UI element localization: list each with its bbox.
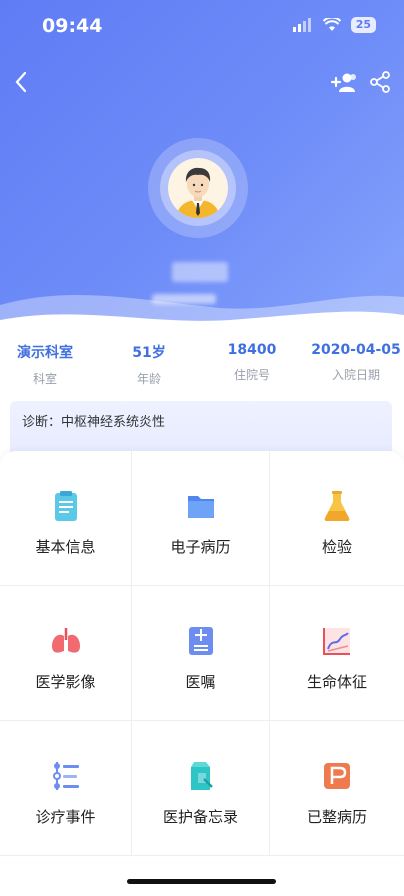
avatar[interactable] xyxy=(168,158,228,218)
archived-record-icon xyxy=(324,763,350,789)
menu-treatment-events[interactable]: 诊疗事件 xyxy=(0,721,132,856)
folder-icon xyxy=(187,496,214,518)
profile-header: 09:44 25 xyxy=(0,0,404,345)
stat-department: 演示科室 科室 xyxy=(17,345,73,386)
memo-icon xyxy=(190,762,213,790)
timeline-icon xyxy=(52,762,79,790)
menu-vital-signs[interactable]: 生命体征 xyxy=(270,586,404,721)
stat-admission-number: 18400 住院号 xyxy=(227,342,277,382)
stat-admission-date: 2020-04-05 入院日期 xyxy=(311,342,401,382)
add-user-icon[interactable] xyxy=(328,70,358,94)
clipboard-icon xyxy=(54,491,77,521)
menu-archived-records[interactable]: 已整病历 xyxy=(270,721,404,856)
share-icon[interactable] xyxy=(368,70,392,94)
menu-basic-info[interactable]: 基本信息 xyxy=(0,451,132,586)
function-panel: 基本信息 电子病历 检验 医学影像 医嘱 生命体征 诊疗事件 医护备忘录 已整病… xyxy=(0,451,404,861)
wifi-icon xyxy=(322,18,341,31)
doctor-avatar-icon xyxy=(176,167,220,218)
function-grid: 基本信息 电子病历 检验 医学影像 医嘱 生命体征 诊疗事件 医护备忘录 已整病… xyxy=(0,451,404,856)
order-sheet-icon xyxy=(188,627,213,655)
flask-icon xyxy=(324,491,350,521)
menu-medical-imaging[interactable]: 医学影像 xyxy=(0,586,132,721)
status-time: 09:44 xyxy=(42,15,103,37)
menu-care-memo[interactable]: 医护备忘录 xyxy=(132,721,270,856)
patient-stats: 演示科室 科室 51岁 年龄 18400 住院号 2020-04-05 入院日期 xyxy=(0,342,404,394)
lungs-icon xyxy=(51,628,80,653)
menu-lab-test[interactable]: 检验 xyxy=(270,451,404,586)
home-indicator[interactable] xyxy=(127,879,276,884)
chevron-left-icon[interactable] xyxy=(10,68,34,96)
menu-emr[interactable]: 电子病历 xyxy=(132,451,270,586)
avatar-ring xyxy=(148,138,248,238)
stat-age: 51岁 年龄 xyxy=(132,345,166,386)
vital-chart-icon xyxy=(323,628,350,655)
cellular-signal-icon xyxy=(292,18,311,32)
status-icons: 25 xyxy=(292,17,376,33)
header-wave xyxy=(0,295,404,345)
patient-name-redacted xyxy=(172,262,228,282)
menu-doctor-orders[interactable]: 医嘱 xyxy=(132,586,270,721)
diagnosis-text: 诊断：中枢神经系统炎性 xyxy=(22,415,166,430)
battery-indicator: 25 xyxy=(350,17,376,33)
